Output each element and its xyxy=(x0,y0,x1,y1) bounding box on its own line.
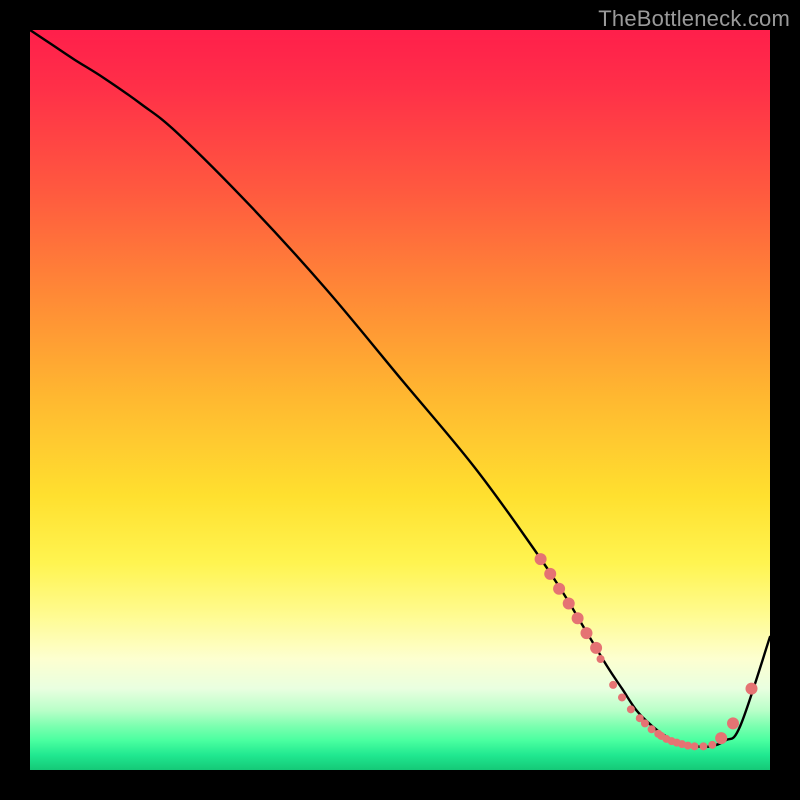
highlight-dots xyxy=(535,553,758,750)
highlight-dot xyxy=(590,642,602,654)
highlight-dot xyxy=(618,693,626,701)
highlight-dot xyxy=(544,568,556,580)
highlight-dot xyxy=(727,717,739,729)
watermark-text: TheBottleneck.com xyxy=(598,6,790,32)
highlight-dot xyxy=(641,719,649,727)
highlight-dot xyxy=(708,741,716,749)
highlight-dot xyxy=(609,681,617,689)
chart-stage: TheBottleneck.com xyxy=(0,0,800,800)
highlight-dot xyxy=(715,732,727,744)
highlight-dot xyxy=(746,683,758,695)
highlight-dot xyxy=(553,583,565,595)
highlight-dot xyxy=(597,655,605,663)
highlight-dot xyxy=(699,742,707,750)
curve-layer xyxy=(30,30,770,770)
highlight-dot xyxy=(580,627,592,639)
highlight-dot xyxy=(627,705,635,713)
highlight-dot xyxy=(648,725,656,733)
highlight-dot xyxy=(563,598,575,610)
highlight-dot xyxy=(572,612,584,624)
highlight-dot xyxy=(691,742,699,750)
plot-area xyxy=(30,30,770,770)
highlight-dot xyxy=(535,553,547,565)
bottleneck-curve xyxy=(30,30,770,747)
